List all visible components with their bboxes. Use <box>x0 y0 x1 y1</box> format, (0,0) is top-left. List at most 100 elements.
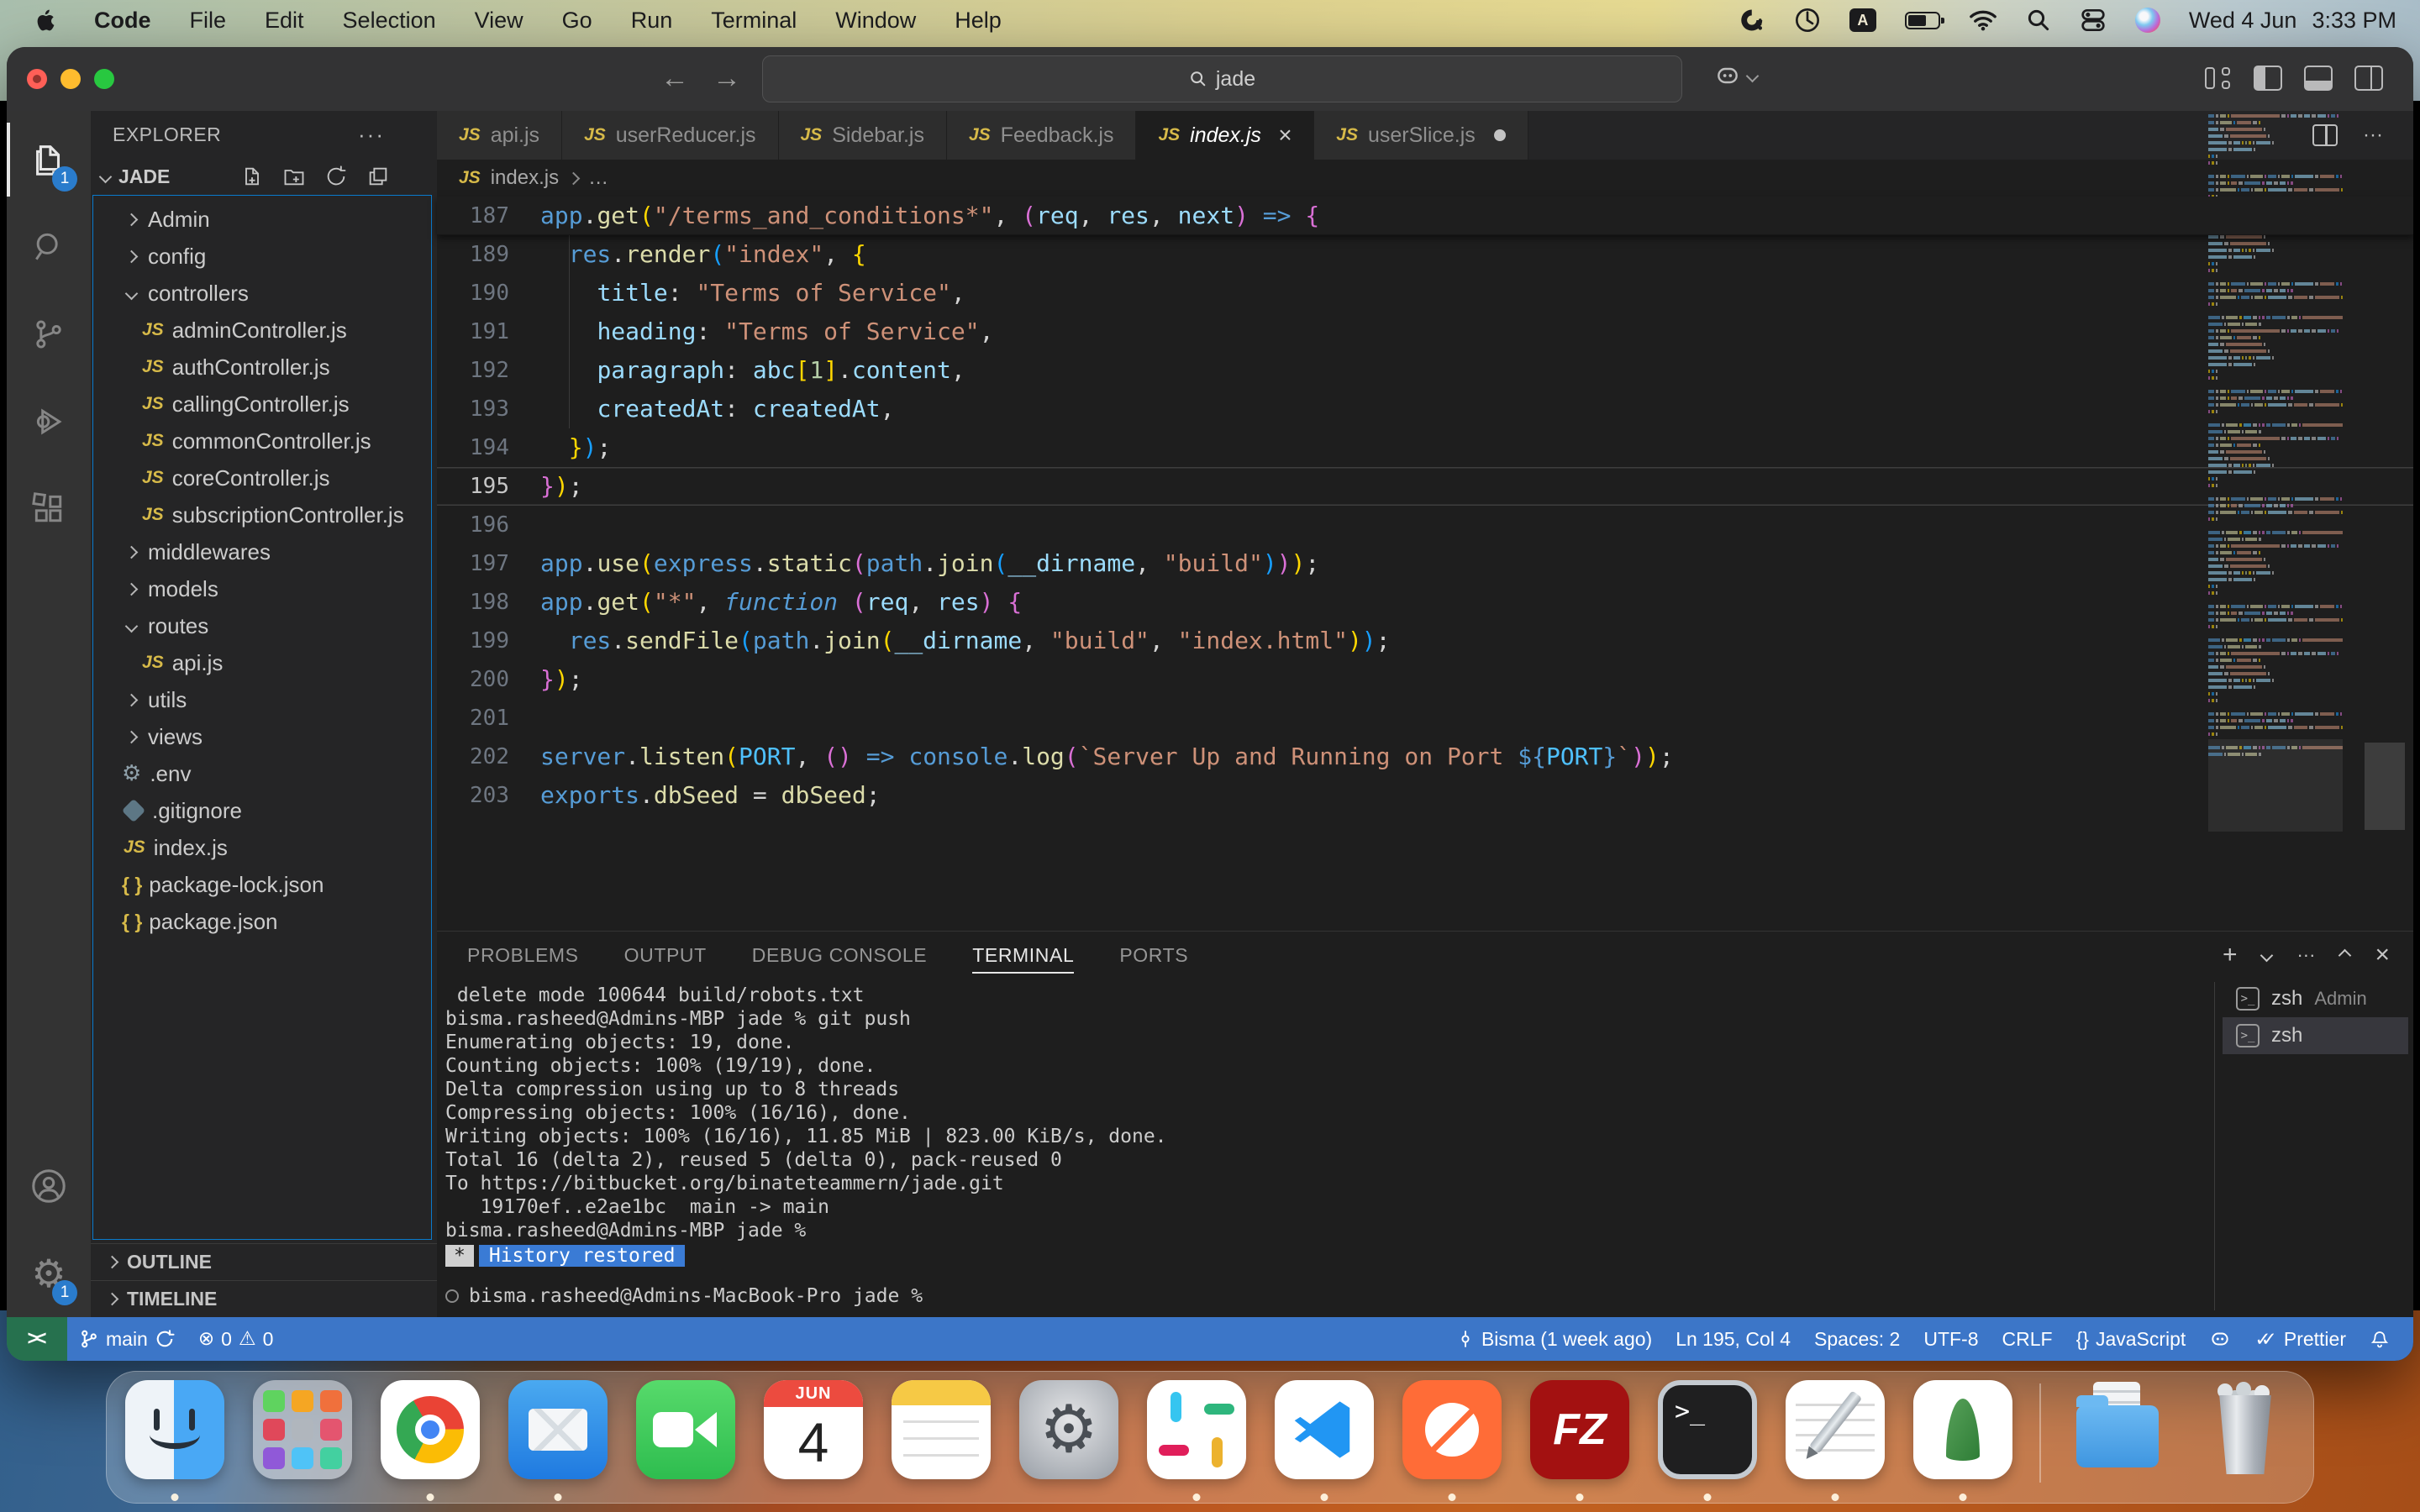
code-editor[interactable]: 187app.get("/terms_and_conditions*", (re… <box>437 197 2413 931</box>
indentation-item[interactable]: Spaces: 2 <box>1802 1328 1912 1351</box>
close-icon[interactable]: × <box>1278 122 1292 149</box>
code-line-195[interactable]: 195}); <box>437 467 2413 506</box>
wifi-icon[interactable] <box>1969 6 1997 34</box>
screen-time-icon[interactable] <box>1794 6 1821 34</box>
code-line-194[interactable]: 194 }); <box>437 428 2413 467</box>
timeline-section[interactable]: TIMELINE <box>91 1280 437 1317</box>
minimize-window-button[interactable] <box>60 69 81 89</box>
dock-item-settings[interactable]: ⚙ <box>1018 1380 1120 1503</box>
maximize-panel-icon[interactable] <box>2338 948 2352 962</box>
menu-item-help[interactable]: Help <box>955 8 1002 34</box>
tree-item-middlewares[interactable]: middlewares <box>93 533 431 570</box>
eol-item[interactable]: CRLF <box>1991 1328 2065 1351</box>
explorer-more-actions-icon[interactable]: ··· <box>358 122 385 148</box>
menu-item-view[interactable]: View <box>475 8 523 34</box>
tree-item-models[interactable]: models <box>93 570 431 607</box>
toggle-secondary-sidebar-icon[interactable] <box>2354 66 2383 91</box>
sidebar-item-run-debug[interactable] <box>7 378 91 465</box>
menu-item-go[interactable]: Go <box>562 8 592 34</box>
command-center-search[interactable]: jade <box>762 55 1682 102</box>
tree-item-.env[interactable]: ⚙.env <box>93 755 431 792</box>
editor-scrollbar[interactable] <box>2365 743 2405 830</box>
sidebar-item-source-control[interactable] <box>7 291 91 378</box>
notifications-item[interactable] <box>2358 1328 2402 1350</box>
terminal-output[interactable]: delete mode 100644 build/robots.txtbisma… <box>445 984 2202 1310</box>
dock-item-mongodb[interactable] <box>1912 1380 2014 1503</box>
dock-item-chrome[interactable] <box>379 1380 481 1503</box>
minimap-slider[interactable] <box>2208 739 2343 832</box>
cursor-position-item[interactable]: Ln 195, Col 4 <box>1664 1328 1802 1351</box>
tree-item-adminController.js[interactable]: JSadminController.js <box>93 312 431 349</box>
project-section-header[interactable]: JADE <box>91 158 437 195</box>
code-line-202[interactable]: 202server.listen(PORT, () => console.log… <box>437 738 2413 776</box>
tree-item-coreController.js[interactable]: JScoreController.js <box>93 459 431 496</box>
copilot-status-item[interactable] <box>2197 1328 2243 1350</box>
sidebar-item-search[interactable] <box>7 203 91 291</box>
code-line-196[interactable]: 196 <box>437 506 2413 544</box>
tree-item-views[interactable]: views <box>93 718 431 755</box>
code-line-201[interactable]: 201 <box>437 699 2413 738</box>
dock-item-downloads[interactable] <box>2066 1380 2169 1503</box>
dock-item-facetime[interactable] <box>634 1380 737 1503</box>
title-bar[interactable]: ← → jade <box>7 47 2413 111</box>
panel-more-icon[interactable]: ··· <box>2296 944 2315 966</box>
dock-item-notes[interactable] <box>890 1380 992 1503</box>
siri-icon[interactable] <box>2135 8 2160 33</box>
menu-item-window[interactable]: Window <box>835 8 916 34</box>
control-center-icon[interactable] <box>2080 6 2107 34</box>
nav-forward-icon[interactable]: → <box>713 62 741 95</box>
keyboard-layout-icon[interactable]: A <box>1849 8 1876 32</box>
tree-item-config[interactable]: config <box>93 238 431 275</box>
tree-item-api.js[interactable]: JSapi.js <box>93 644 431 681</box>
terminal-dropdown-icon[interactable] <box>2260 948 2274 962</box>
code-line-197[interactable]: 197app.use(express.static(path.join(__di… <box>437 544 2413 583</box>
tab-index.js[interactable]: JSindex.js× <box>1136 111 1314 160</box>
tab-userSlice.js[interactable]: JSuserSlice.js <box>1314 111 1528 160</box>
panel-tab-problems[interactable]: PROBLEMS <box>467 932 579 979</box>
breadcrumb[interactable]: JS index.js … <box>437 160 2413 197</box>
new-file-icon[interactable] <box>240 165 264 188</box>
tree-item-package-lock.json[interactable]: { }package-lock.json <box>93 866 431 903</box>
new-folder-icon[interactable] <box>282 165 306 188</box>
menu-bar-clock[interactable]: Wed 4 Jun 3:33 PM <box>2189 8 2396 34</box>
refresh-icon[interactable] <box>324 165 348 188</box>
sidebar-item-explorer[interactable]: 1 <box>7 116 91 203</box>
terminal-instance-zsh[interactable]: >_zsh <box>2223 1017 2408 1054</box>
tab-userReducer.js[interactable]: JSuserReducer.js <box>562 111 778 160</box>
problems-item[interactable]: ⊗ 0 ⚠ 0 <box>187 1328 286 1351</box>
code-line-199[interactable]: 199 res.sendFile(path.join(__dirname, "b… <box>437 622 2413 660</box>
dock-item-vscode[interactable] <box>1273 1380 1376 1503</box>
outline-section[interactable]: OUTLINE <box>91 1243 437 1280</box>
dock-item-trash[interactable] <box>2194 1380 2296 1503</box>
toggle-panel-icon[interactable] <box>2304 66 2333 91</box>
code-line-198[interactable]: 198app.get("*", function (req, res) { <box>437 583 2413 622</box>
menu-item-file[interactable]: File <box>190 8 227 34</box>
dock-item-postman[interactable] <box>1401 1380 1503 1503</box>
code-line-187[interactable]: 187app.get("/terms_and_conditions*", (re… <box>437 197 2413 235</box>
remote-indicator[interactable]: >< <box>7 1317 67 1361</box>
dock-item-filezilla[interactable]: FZ <box>1528 1380 1631 1503</box>
tab-Sidebar.js[interactable]: JSSidebar.js <box>779 111 947 160</box>
code-line-192[interactable]: 192 paragraph: abc[1].content, <box>437 351 2413 390</box>
tree-item-Admin[interactable]: Admin <box>93 201 431 238</box>
code-line-191[interactable]: 191 heading: "Terms of Service", <box>437 312 2413 351</box>
tab-Feedback.js[interactable]: JSFeedback.js <box>947 111 1136 160</box>
account-menu[interactable] <box>1714 62 1757 89</box>
tree-item-.gitignore[interactable]: .gitignore <box>93 792 431 829</box>
menu-item-run[interactable]: Run <box>631 8 673 34</box>
close-panel-icon[interactable]: × <box>2375 941 2390 969</box>
panel-tab-debug-console[interactable]: DEBUG CONSOLE <box>752 932 927 979</box>
dock-item-launchpad[interactable] <box>251 1380 354 1503</box>
apple-menu-icon[interactable] <box>34 8 55 33</box>
dock-item-textedit[interactable] <box>1784 1380 1886 1503</box>
dock-item-mail[interactable] <box>507 1380 609 1503</box>
nav-back-icon[interactable]: ← <box>660 62 689 95</box>
zoom-window-button[interactable] <box>94 69 114 89</box>
terminal-last-prompt[interactable]: bisma.rasheed@Admins-MacBook-Pro jade % <box>445 1285 923 1307</box>
spotlight-icon[interactable] <box>2026 6 2051 34</box>
panel-tab-output[interactable]: OUTPUT <box>624 932 707 979</box>
collapse-all-icon[interactable] <box>366 165 390 188</box>
tree-item-index.js[interactable]: JSindex.js <box>93 829 431 866</box>
dock-item-slack[interactable] <box>1145 1380 1248 1503</box>
tab-api.js[interactable]: JSapi.js <box>437 111 562 160</box>
